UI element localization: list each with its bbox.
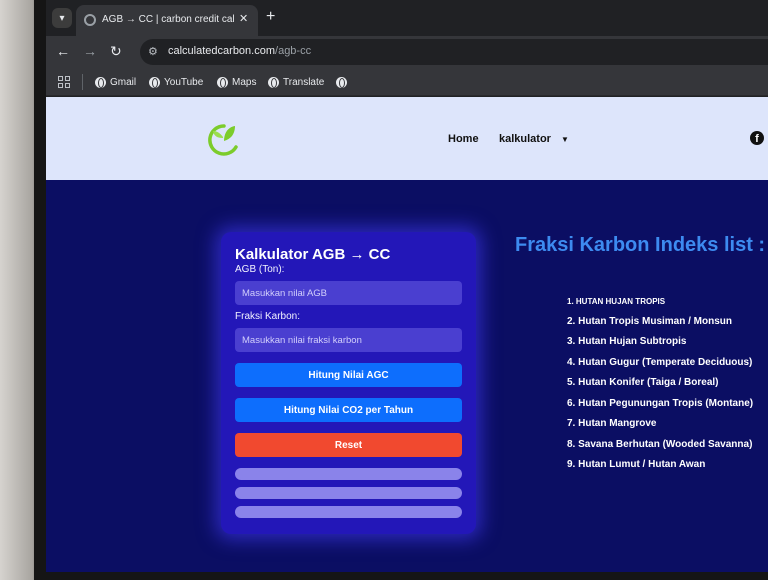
loading-favicon-icon [84,14,96,26]
list-item: 7. Hutan Mangrove [567,418,657,429]
tab-close-icon[interactable]: ✕ [239,12,248,25]
bookmark-gmail[interactable]: Gmail [95,74,136,90]
reload-icon[interactable]: ↻ [110,43,122,59]
back-arrow-icon[interactable]: ← [56,43,70,59]
tab-title: AGB → CC | carbon credit calcu [102,14,234,25]
tab-active[interactable]: AGB → CC | carbon credit calcu ✕ [76,5,258,36]
tab-search-chevron-icon[interactable]: ▾ [52,8,72,28]
list-item: 9. Hutan Lumut / Hutan Awan [567,459,706,470]
hitung-agc-button[interactable]: Hitung Nilai AGC [235,363,462,387]
globe-icon [149,76,160,88]
bookmark-translate[interactable]: Translate [268,74,324,90]
url-path: /agb-cc [275,45,312,57]
hitung-co2-button[interactable]: Hitung Nilai CO2 per Tahun [235,398,462,422]
site-logo-leaf-icon[interactable] [204,117,244,161]
bookmark-unnamed[interactable] [336,74,347,90]
globe-icon [95,76,106,88]
result-bar-agc [235,468,462,480]
globe-icon [217,76,228,88]
list-item: 5. Hutan Konifer (Taiga / Boreal) [567,377,719,388]
list-item: 3. Hutan Hujan Subtropis [567,336,687,347]
new-tab-plus-icon[interactable]: + [266,8,275,26]
list-item: 8. Savana Berhutan (Wooded Savanna) [567,439,753,450]
bookmark-label: Maps [232,76,257,88]
globe-icon [268,76,279,88]
fraksi-karbon-label: Fraksi Karbon: [235,311,301,322]
bookmark-label: Translate [283,76,325,88]
fraksi-list-title: Fraksi Karbon Indeks list : [515,234,766,256]
reset-button[interactable]: Reset [235,433,462,457]
list-item: 2. Hutan Tropis Musiman / Monsun [567,316,733,327]
agb-label: AGB (Ton): [235,264,285,275]
address-bar[interactable]: ⚙ calculatedcarbon.com/agb-cc [140,39,768,65]
bookmarks-divider [82,74,83,90]
globe-icon [336,76,347,88]
tab-strip: ▾ AGB → CC | carbon credit calcu ✕ + [46,0,768,36]
bookmark-label: Gmail [110,76,137,88]
calculator-title: Kalkulator AGB → CC [235,246,391,263]
nav-home[interactable]: Home [448,133,479,145]
nav-kalkulator[interactable]: kalkulator [499,133,551,145]
agb-input[interactable] [235,281,462,305]
list-item: 4. Hutan Gugur (Temperate Deciduous) [567,357,753,368]
browser-toolbar: ← → ↻ ⚙ calculatedcarbon.com/agb-cc [46,36,768,68]
list-item: 6. Hutan Pegunungan Tropis (Montane) [567,398,754,409]
bookmark-maps[interactable]: Maps [217,74,256,90]
browser-window: ▾ AGB → CC | carbon credit calcu ✕ + ← →… [46,0,768,572]
forward-arrow-icon[interactable]: → [83,43,97,59]
apps-grid-icon[interactable] [58,76,70,88]
site-info-icon[interactable]: ⚙ [148,45,158,58]
web-page: Home kalkulator ▼ f Kalkulator AGB → CC … [46,97,768,572]
bookmarks-bar: Gmail YouTube Maps Translate [46,68,768,96]
url-domain: calculatedcarbon.com [168,45,276,57]
result-bar-extra [235,506,462,518]
list-item: 1. HUTAN HUJAN TROPIS [567,297,666,306]
caret-down-icon[interactable]: ▼ [561,135,569,144]
result-bar-co2 [235,487,462,499]
calculator-card: Kalkulator AGB → CC AGB (Ton): Fraksi Ka… [221,232,476,534]
url-text: calculatedcarbon.com/agb-cc [168,45,311,57]
facebook-icon[interactable]: f [750,131,764,145]
bookmark-label: YouTube [164,76,204,88]
bookmark-youtube[interactable]: YouTube [149,74,203,90]
fraksi-karbon-input[interactable] [235,328,462,352]
site-header: Home kalkulator ▼ f [46,97,768,180]
